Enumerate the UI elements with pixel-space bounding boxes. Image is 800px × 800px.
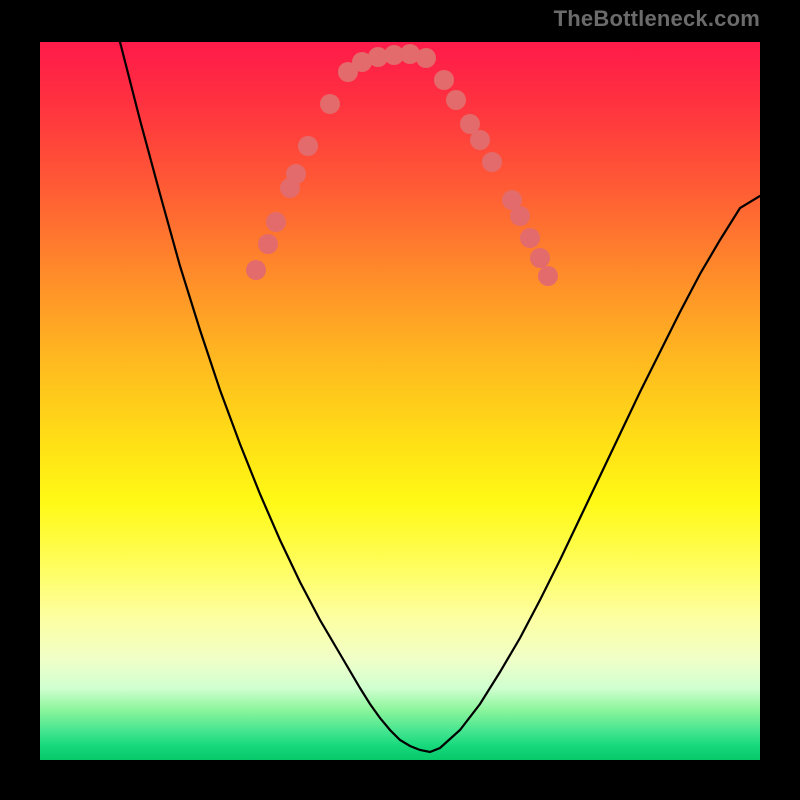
dot-marker [510, 206, 530, 226]
dot-marker [266, 212, 286, 232]
dots-group [246, 44, 558, 286]
plot-area [40, 42, 760, 760]
dot-marker [246, 260, 266, 280]
dot-marker [520, 228, 540, 248]
dot-marker [298, 136, 318, 156]
dot-marker [258, 234, 278, 254]
curve-svg [40, 42, 760, 760]
curve-path [120, 42, 760, 752]
dot-marker [320, 94, 340, 114]
dot-marker [286, 164, 306, 184]
dot-marker [530, 248, 550, 268]
dot-marker [470, 130, 490, 150]
watermark-text: TheBottleneck.com [554, 6, 760, 32]
dot-marker [416, 48, 436, 68]
chart-stage: TheBottleneck.com [0, 0, 800, 800]
dot-marker [434, 70, 454, 90]
dot-marker [446, 90, 466, 110]
dot-marker [538, 266, 558, 286]
dot-marker [482, 152, 502, 172]
